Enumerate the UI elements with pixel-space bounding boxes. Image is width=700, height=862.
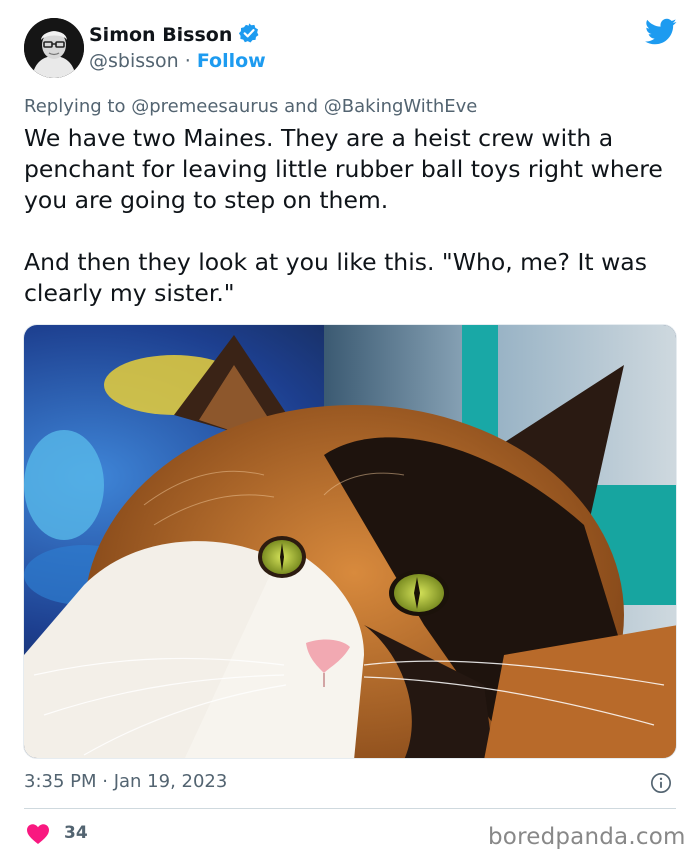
divider: [24, 808, 676, 809]
verified-badge-icon: [239, 23, 259, 43]
tweet-paragraph-1: We have two Maines. They are a heist cre…: [24, 124, 663, 214]
avatar[interactable]: [24, 18, 84, 78]
handle-separator: ·: [184, 50, 191, 72]
like-count[interactable]: 34: [64, 823, 88, 843]
twitter-bird-icon[interactable]: [645, 18, 677, 46]
tweet-photo[interactable]: [23, 324, 677, 759]
handle-row: @sbisson · Follow: [89, 50, 266, 72]
author-handle[interactable]: @sbisson: [89, 50, 179, 72]
reply-conjunction: and: [284, 96, 319, 117]
tweet-timestamp[interactable]: 3:35 PM · Jan 19, 2023: [24, 771, 227, 792]
info-icon[interactable]: [650, 772, 672, 794]
tweet-card: Simon Bisson @sbisson · Follow Replying …: [0, 0, 700, 862]
calico-cat-photo-icon: [24, 325, 676, 758]
watermark: boredpanda.com: [488, 824, 686, 850]
tweet-text: We have two Maines. They are a heist cre…: [24, 123, 684, 309]
avatar-photo-icon: [24, 18, 84, 78]
reply-context: Replying to @premeesaurus and @BakingWit…: [24, 96, 477, 117]
reply-mention-bakingwitheve[interactable]: @BakingWithEve: [324, 96, 478, 117]
reply-prefix: Replying to: [24, 96, 126, 117]
tweet-paragraph-2: And then they look at you like this. "Wh…: [24, 248, 647, 307]
reply-mention-premeesaurus[interactable]: @premeesaurus: [131, 96, 278, 117]
author-name[interactable]: Simon Bisson: [89, 22, 260, 46]
heart-icon[interactable]: [26, 823, 50, 845]
follow-button[interactable]: Follow: [197, 50, 266, 72]
author-name-text[interactable]: Simon Bisson: [89, 24, 232, 46]
